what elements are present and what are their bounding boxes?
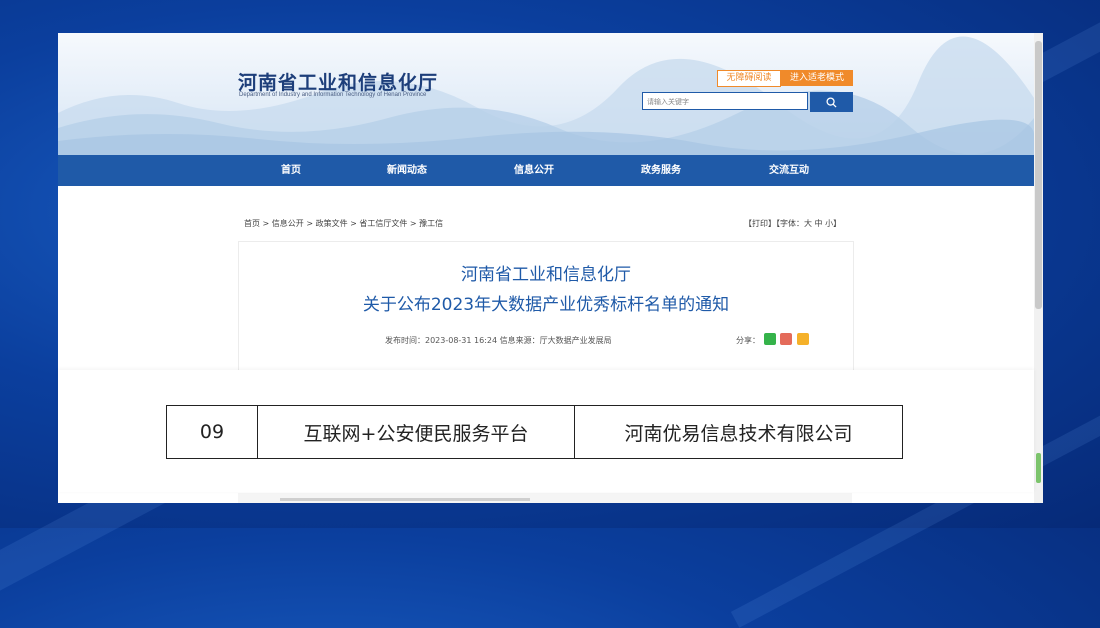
favorite-icon[interactable] [797,333,809,345]
search-input[interactable]: 请输入关键字 [642,92,808,110]
nav-item-disclosure[interactable]: 信息公开 [514,155,554,186]
table-cell-company: 河南优易信息技术有限公司 [574,405,903,459]
share-label: 分享： [736,336,760,345]
weibo-share-icon[interactable] [780,333,792,345]
nav-item-interaction[interactable]: 交流互动 [769,155,809,186]
table-cell-project: 互联网+公安便民服务平台 [257,405,575,459]
main-nav: 首页 新闻动态 信息公开 政务服务 交流互动 [58,155,1034,186]
breadcrumb[interactable]: 首页 > 信息公开 > 政策文件 > 省工信厅文件 > 豫工信 [244,218,443,229]
accessibility-reading-button[interactable]: 无障碍阅读 [717,70,781,87]
table-row: 09 互联网+公安便民服务平台 河南优易信息技术有限公司 [166,405,903,459]
highlight-overlay: 09 互联网+公安便民服务平台 河南优易信息技术有限公司 [58,370,1034,492]
table-cell-number: 09 [166,405,258,459]
print-font-tools[interactable]: 【打印】【字体：大 中 小】 [744,218,841,229]
elder-mode-button[interactable]: 进入适老模式 [781,70,853,86]
site-title: 河南省工业和信息化厅 [238,72,439,94]
scroll-thumb[interactable] [1035,41,1042,309]
nav-item-news[interactable]: 新闻动态 [387,155,427,186]
article-title-line2: 关于公布2023年大数据产业优秀标杆名单的通知 [362,295,730,315]
highlight-table: 09 互联网+公安便民服务平台 河南优易信息技术有限公司 [166,405,903,459]
blurred-article-text [280,498,530,501]
nav-item-home[interactable]: 首页 [281,155,301,186]
scroll-indicator [1036,453,1041,483]
wechat-share-icon[interactable] [764,333,776,345]
site-header: 河南省工业和信息化厅 Department of Industry and In… [58,33,1034,155]
search-button[interactable] [810,92,853,112]
article-title-line1: 河南省工业和信息化厅 [461,265,631,285]
nav-item-services[interactable]: 政务服务 [641,155,681,186]
site-subtitle: Department of Industry and Information T… [239,92,427,98]
search-icon [826,96,837,108]
article-meta: 发布时间：2023-08-31 16:24 信息来源：厅大数据产业发展局 [385,336,612,345]
article-card: 河南省工业和信息化厅 关于公布2023年大数据产业优秀标杆名单的通知 发布时间：… [238,241,854,383]
page-scrollbar[interactable] [1034,33,1043,503]
mountain-illustration [58,36,1034,155]
